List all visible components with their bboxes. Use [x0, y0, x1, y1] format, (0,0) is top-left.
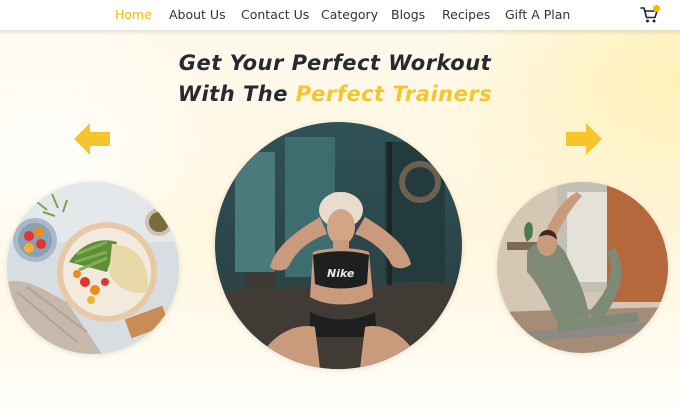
hero-heading-line2: With The Perfect Trainers — [170, 79, 500, 110]
bottom-band — [0, 380, 680, 408]
top-navbar: Home About Us Contact Us Category Blogs … — [0, 0, 680, 30]
hero-heading: Get Your Perfect Workout With The Perfec… — [170, 48, 500, 110]
nav-item-home[interactable]: Home — [115, 7, 152, 22]
carousel-slide-food[interactable] — [7, 182, 179, 354]
woman-workout-image: Nike — [215, 122, 462, 369]
nav-item-recipes[interactable]: Recipes — [442, 7, 490, 22]
hero-heading-line1: Get Your Perfect Workout — [178, 51, 492, 75]
nav-menu: Home About Us Contact Us Category Blogs … — [0, 0, 680, 30]
arrow-right-icon[interactable] — [566, 122, 602, 156]
carousel-slide-workout[interactable]: Nike — [215, 122, 462, 369]
hero-heading-accent: Perfect Trainers — [295, 82, 493, 106]
woman-yoga-image — [497, 182, 668, 353]
arrow-left-icon[interactable] — [74, 122, 110, 156]
shirt-logo-text: Nike — [327, 267, 355, 280]
shopping-cart-icon[interactable] — [640, 5, 660, 25]
nav-item-contact-us[interactable]: Contact Us — [241, 7, 309, 22]
nav-item-category[interactable]: Category — [321, 7, 378, 22]
nav-item-blogs[interactable]: Blogs — [391, 7, 425, 22]
healthy-food-image — [7, 182, 179, 354]
nav-item-about-us[interactable]: About Us — [169, 7, 226, 22]
cart-badge-dot — [653, 5, 660, 12]
hero-heading-prefix: With The — [177, 82, 288, 106]
nav-item-gift-a-plan[interactable]: Gift A Plan — [505, 7, 570, 22]
carousel-slide-yoga[interactable] — [497, 182, 668, 353]
